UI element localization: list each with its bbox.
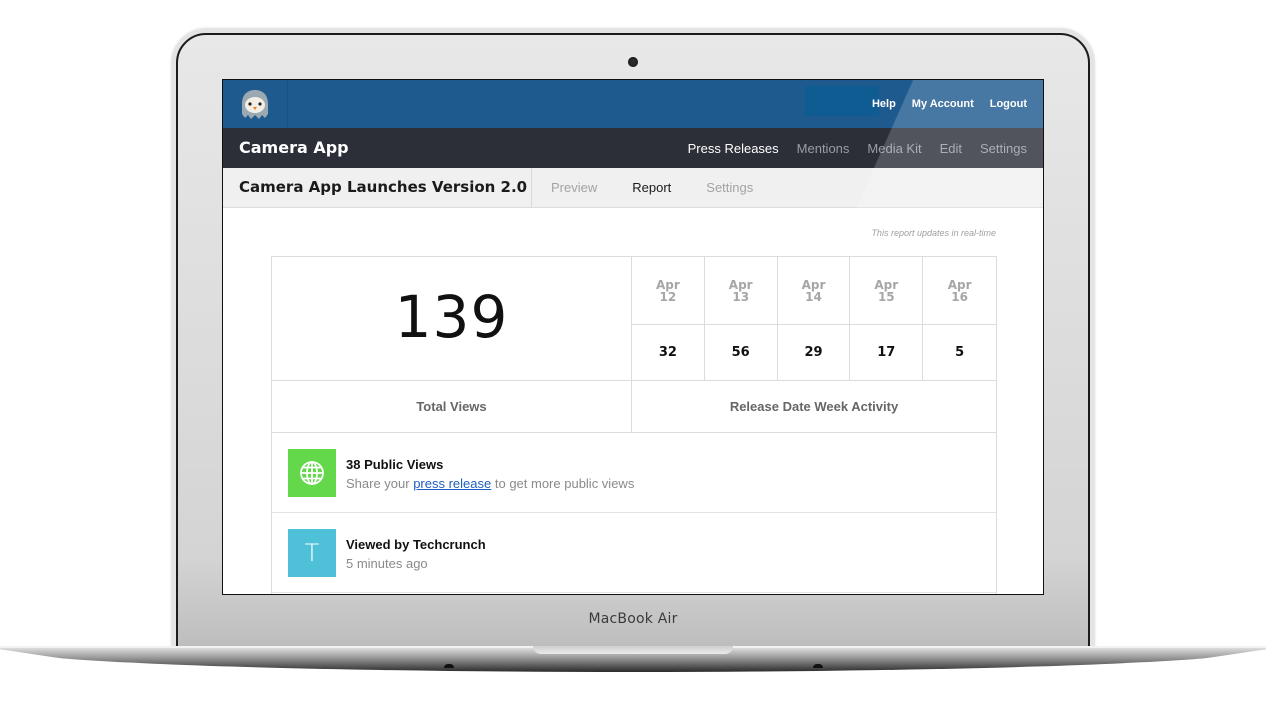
day-header: Apr 14 [777, 257, 851, 325]
avatar-initial: T [304, 539, 320, 567]
nav-edit[interactable]: Edit [940, 141, 962, 156]
divider [531, 168, 532, 207]
top-bar: Help My Account Logout [223, 80, 1043, 128]
day-views-value: 5 [955, 345, 965, 360]
release-sub-bar: Camera App Launches Version 2.0 Preview … [223, 168, 1043, 208]
viewer-avatar: T [288, 529, 336, 577]
day-header: Apr 12 [632, 257, 705, 325]
day-views-value: 32 [658, 345, 677, 360]
tab-settings[interactable]: Settings [688, 180, 770, 195]
day-views: 29 [777, 325, 851, 381]
viewer-time: 5 minutes ago [346, 556, 428, 571]
nav-mentions[interactable]: Mentions [797, 141, 850, 156]
day-number: 14 [805, 289, 822, 304]
release-tabs: Preview Report Settings [533, 168, 770, 207]
day-month: Apr [947, 277, 972, 292]
screen: Help My Account Logout Camera App Press … [222, 79, 1044, 595]
laptop-foot [813, 664, 823, 668]
laptop-hinge-notch [533, 646, 733, 654]
day-number: 13 [732, 289, 750, 304]
logo-cell[interactable] [223, 80, 288, 128]
tab-preview[interactable]: Preview [533, 180, 614, 195]
day-number: 12 [659, 289, 677, 304]
activity-item: T Viewed by Techcrunch 5 minutes ago [272, 513, 996, 593]
realtime-note: This report updates in real-time [871, 228, 996, 238]
hint-text: Share your [346, 476, 414, 491]
report-card: 139 Apr 12 Apr 13 Apr 14 Apr 15 Apr 16 32 56 … [271, 256, 997, 594]
day-views: 32 [632, 325, 705, 381]
nav-settings[interactable]: Settings [980, 141, 1027, 156]
day-views: 56 [704, 325, 778, 381]
day-views-value: 56 [731, 345, 750, 360]
day-header: Apr 13 [704, 257, 778, 325]
total-views-cell: 139 [272, 257, 632, 381]
globe-icon-glyph [300, 461, 324, 485]
day-views-value: 17 [877, 345, 896, 360]
nav-media-kit[interactable]: Media Kit [867, 141, 921, 156]
day-views-value: 29 [804, 345, 823, 360]
total-views-label: Total Views [272, 381, 632, 433]
total-views-value: 139 [394, 283, 509, 351]
day-header: Apr 15 [850, 257, 924, 325]
day-month: Apr [874, 277, 899, 292]
webcam-icon [628, 57, 638, 67]
day-views: 17 [850, 325, 924, 381]
viewer-title: Viewed by Techcrunch [346, 537, 486, 552]
device-brand-label: MacBook Air [588, 611, 678, 627]
day-month: Apr [728, 277, 753, 292]
help-link[interactable]: Help [872, 98, 896, 110]
laptop-foot [444, 664, 454, 668]
day-month: Apr [656, 277, 680, 292]
app-bar: Camera App Press Releases Mentions Media… [223, 128, 1043, 168]
day-number: 15 [877, 289, 895, 304]
globe-icon [288, 449, 336, 497]
day-month: Apr [801, 277, 826, 292]
press-release-link[interactable]: press release [413, 476, 491, 491]
account-links: Help My Account Logout [872, 80, 1027, 128]
public-views-title: 38 Public Views [346, 457, 444, 472]
day-header: Apr 16 [923, 257, 996, 325]
tab-report[interactable]: Report [614, 180, 688, 195]
logout-link[interactable]: Logout [990, 98, 1027, 110]
week-activity-grid: Apr 12 Apr 13 Apr 14 Apr 15 Apr 16 32 56 29 1… [632, 257, 996, 381]
day-number: 16 [951, 289, 968, 304]
hint-text: to get more public views [491, 476, 635, 491]
public-views-hint: Share your press release to get more pub… [346, 476, 634, 491]
day-views: 5 [923, 325, 996, 381]
week-activity-label: Release Date Week Activity [632, 381, 996, 433]
my-account-link[interactable]: My Account [912, 98, 974, 110]
release-title: Camera App Launches Version 2.0 [239, 178, 528, 196]
activity-item: 38 Public Views Share your press release… [272, 433, 996, 513]
owl-logo-icon [242, 90, 268, 119]
app-nav: Press Releases Mentions Media Kit Edit S… [688, 128, 1027, 168]
top-bar-highlight [805, 86, 879, 116]
app-title[interactable]: Camera App [239, 128, 349, 168]
nav-press-releases[interactable]: Press Releases [688, 141, 779, 156]
